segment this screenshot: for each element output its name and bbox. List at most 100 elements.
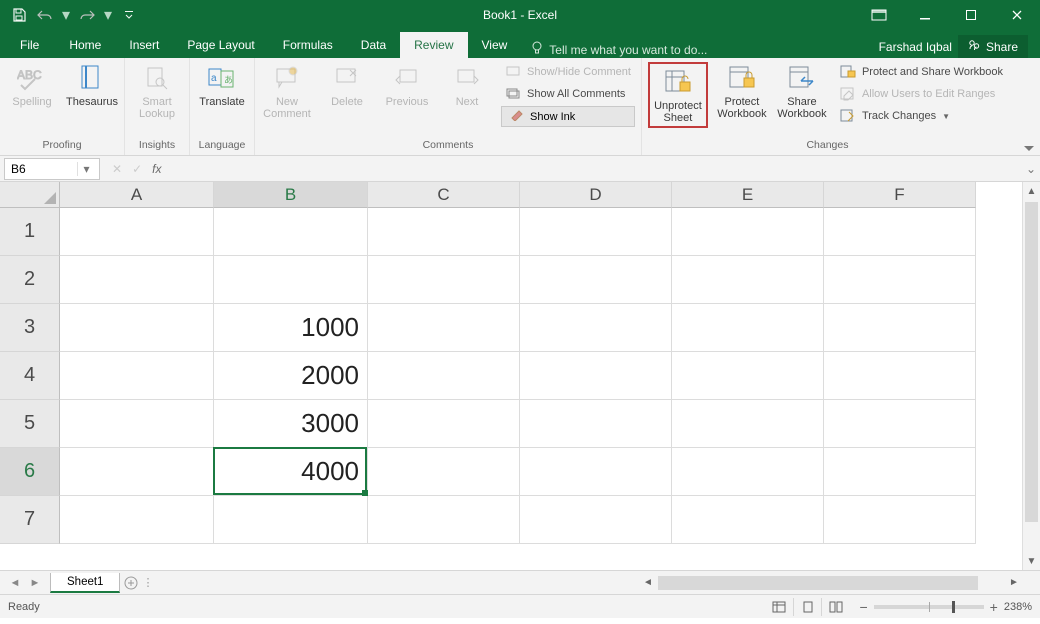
translate-button[interactable]: aあ Translate — [196, 62, 248, 108]
maximize-icon[interactable] — [948, 0, 994, 30]
cell[interactable] — [520, 496, 672, 544]
tab-review[interactable]: Review — [400, 32, 467, 58]
column-header[interactable]: C — [368, 182, 520, 208]
tab-view[interactable]: View — [468, 32, 522, 58]
tell-me-search[interactable]: Tell me what you want to do... — [521, 41, 717, 58]
tab-home[interactable]: Home — [55, 32, 115, 58]
cell[interactable]: 3000 — [214, 400, 368, 448]
sheet-tab-active[interactable]: Sheet1 — [50, 573, 120, 593]
cell[interactable] — [672, 496, 824, 544]
column-header[interactable]: D — [520, 182, 672, 208]
smart-lookup-button[interactable]: Smart Lookup — [131, 62, 183, 120]
select-all-corner[interactable] — [0, 182, 60, 208]
row-header[interactable]: 4 — [0, 352, 60, 400]
cell[interactable] — [214, 208, 368, 256]
scroll-right-icon[interactable]: ► — [1006, 577, 1022, 588]
cell[interactable] — [368, 304, 520, 352]
view-page-layout-icon[interactable] — [793, 598, 821, 616]
show-all-comments-button[interactable]: Show All Comments — [501, 84, 635, 104]
save-icon[interactable] — [8, 4, 30, 26]
sheet-nav-next-icon[interactable]: ► — [26, 577, 44, 589]
cell[interactable] — [60, 256, 214, 304]
tab-scroll-grip-icon[interactable]: ⋮ — [142, 576, 152, 589]
track-changes-button[interactable]: Track Changes ▼ — [836, 106, 1007, 126]
undo-icon[interactable] — [34, 4, 56, 26]
cell[interactable] — [60, 448, 214, 496]
cell[interactable] — [60, 208, 214, 256]
view-normal-icon[interactable] — [765, 598, 793, 616]
view-page-break-icon[interactable] — [821, 598, 849, 616]
user-name[interactable]: Farshad Iqbal — [879, 40, 952, 54]
cell[interactable] — [824, 208, 976, 256]
unprotect-sheet-button[interactable]: Unprotect Sheet — [652, 66, 704, 124]
row-header[interactable]: 1 — [0, 208, 60, 256]
row-header[interactable]: 7 — [0, 496, 60, 544]
vscroll-thumb[interactable] — [1025, 202, 1038, 522]
tab-page-layout[interactable]: Page Layout — [173, 32, 268, 58]
row-header[interactable]: 6 — [0, 448, 60, 496]
zoom-level[interactable]: 238% — [1004, 601, 1032, 613]
cell[interactable] — [520, 256, 672, 304]
cell[interactable] — [60, 496, 214, 544]
tab-file[interactable]: File — [4, 32, 55, 58]
cell[interactable] — [520, 352, 672, 400]
cell[interactable] — [520, 304, 672, 352]
show-ink-button[interactable]: Show Ink — [501, 106, 635, 127]
next-comment-button[interactable]: Next — [441, 62, 493, 108]
scroll-down-icon[interactable]: ▼ — [1023, 552, 1040, 570]
cell[interactable]: 1000 — [214, 304, 368, 352]
cell[interactable] — [520, 208, 672, 256]
share-workbook-button[interactable]: Share Workbook — [776, 62, 828, 120]
tab-insert[interactable]: Insert — [115, 32, 173, 58]
cancel-formula-icon[interactable]: ✕ — [112, 162, 122, 176]
cell[interactable] — [824, 256, 976, 304]
previous-comment-button[interactable]: Previous — [381, 62, 433, 108]
horizontal-scrollbar[interactable]: ◄ ► — [640, 573, 1022, 592]
enter-formula-icon[interactable]: ✓ — [132, 162, 142, 176]
ribbon-options-icon[interactable] — [856, 0, 902, 30]
cell[interactable] — [672, 304, 824, 352]
zoom-slider[interactable] — [874, 605, 984, 609]
cell[interactable] — [60, 400, 214, 448]
cell[interactable] — [368, 400, 520, 448]
name-box[interactable]: ▾ — [4, 158, 100, 180]
name-box-dropdown-icon[interactable]: ▾ — [77, 162, 95, 176]
tab-formulas[interactable]: Formulas — [269, 32, 347, 58]
cell-area[interactable]: 1000200030004000 — [60, 208, 1022, 570]
fx-icon[interactable]: fx — [152, 162, 161, 176]
row-header[interactable]: 3 — [0, 304, 60, 352]
zoom-thumb[interactable] — [952, 601, 955, 613]
cell[interactable] — [672, 256, 824, 304]
delete-comment-button[interactable]: Delete — [321, 62, 373, 108]
customize-qat-icon[interactable] — [118, 4, 140, 26]
cell[interactable] — [368, 208, 520, 256]
cell[interactable] — [214, 256, 368, 304]
cell[interactable] — [824, 304, 976, 352]
scroll-up-icon[interactable]: ▲ — [1023, 182, 1040, 200]
cell[interactable] — [672, 352, 824, 400]
column-header[interactable]: A — [60, 182, 214, 208]
cell[interactable] — [672, 208, 824, 256]
zoom-out-button[interactable]: − — [859, 599, 867, 615]
new-comment-button[interactable]: New Comment — [261, 62, 313, 120]
cell[interactable] — [368, 256, 520, 304]
cell[interactable] — [368, 352, 520, 400]
protect-share-workbook-button[interactable]: Protect and Share Workbook — [836, 62, 1007, 82]
cell[interactable]: 4000 — [214, 448, 368, 496]
cell[interactable] — [672, 400, 824, 448]
cell[interactable] — [520, 448, 672, 496]
minimize-icon[interactable] — [902, 0, 948, 30]
show-hide-comment-button[interactable]: Show/Hide Comment — [501, 62, 635, 82]
add-sheet-button[interactable] — [120, 576, 142, 590]
column-header[interactable]: B — [214, 182, 368, 208]
column-header[interactable]: F — [824, 182, 976, 208]
name-box-input[interactable] — [5, 162, 77, 176]
vertical-scrollbar[interactable]: ▲ ▼ — [1022, 182, 1040, 570]
cell[interactable] — [824, 352, 976, 400]
formula-input[interactable] — [169, 158, 1022, 180]
protect-workbook-button[interactable]: Protect Workbook — [716, 62, 768, 120]
row-header[interactable]: 2 — [0, 256, 60, 304]
spelling-button[interactable]: ABC Spelling — [6, 62, 58, 108]
cell[interactable] — [368, 448, 520, 496]
hscroll-thumb[interactable] — [658, 576, 978, 590]
